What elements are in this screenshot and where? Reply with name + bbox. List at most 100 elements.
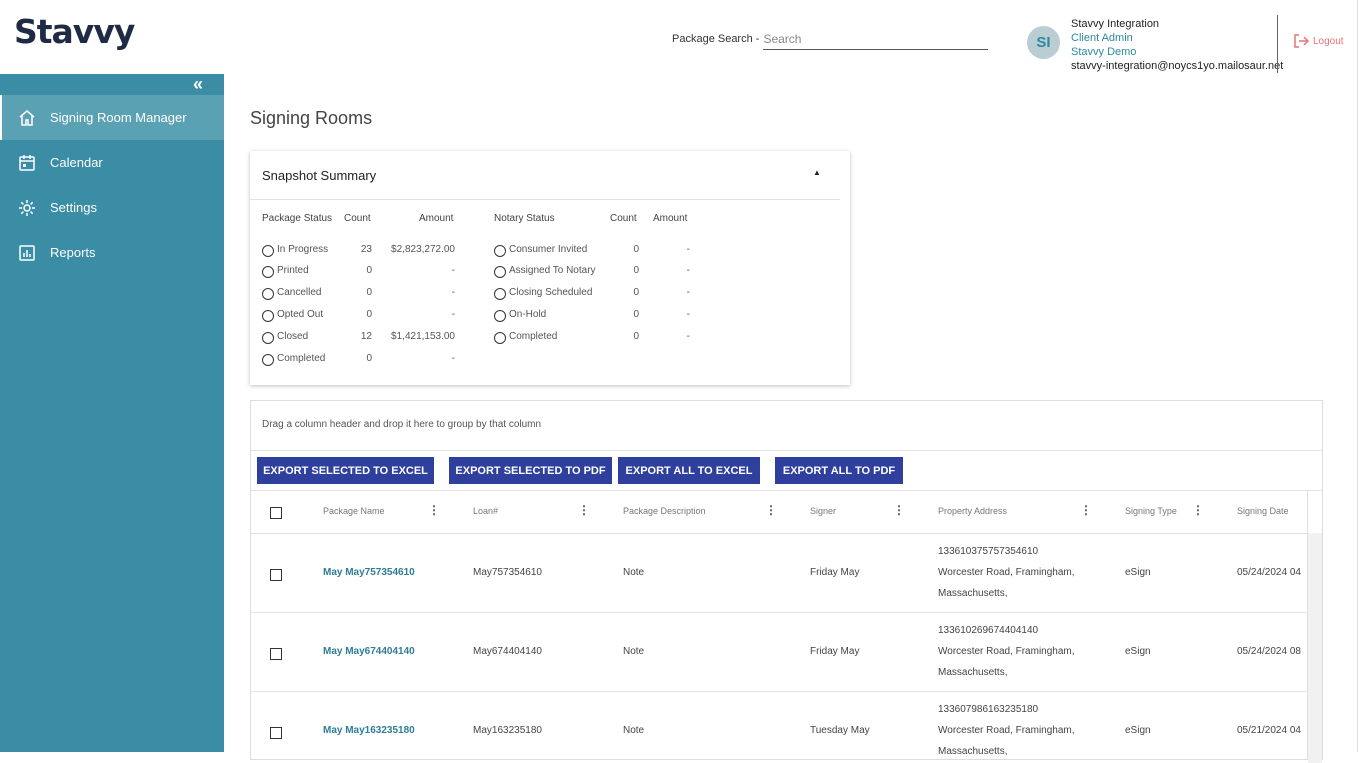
notary-status-radio[interactable]	[494, 310, 506, 322]
user-name: Stavvy Integration	[1071, 18, 1160, 30]
column-header-signing-type[interactable]: Signing Type	[1125, 506, 1177, 516]
notary-status-radio[interactable]	[494, 245, 506, 257]
signing-date-cell: 05/21/2024 04	[1237, 725, 1301, 736]
status-amount: -	[686, 331, 690, 342]
signing-type-cell: eSign	[1125, 646, 1151, 657]
page-title: Signing Rooms	[250, 108, 373, 128]
package-status-header: Package Status	[262, 213, 333, 224]
notary-count-header: Count	[610, 213, 637, 224]
calendar-icon	[19, 154, 35, 171]
app-header: Stavvy Package Search - SI Stavvy Integr…	[0, 0, 1359, 74]
package-status-radio[interactable]	[262, 354, 274, 366]
sidebar-item-calendar[interactable]: Calendar	[0, 140, 224, 185]
notary-status-row: On-Hold 0 -	[250, 309, 850, 323]
sidebar: « Signing Room Manager Calendar Settings…	[0, 74, 224, 752]
notary-status-radio[interactable]	[494, 266, 506, 278]
status-label: Completed	[277, 353, 326, 364]
row-checkbox[interactable]	[270, 727, 282, 739]
address-line: 133607986163235180	[938, 704, 1039, 715]
signing-type-cell: eSign	[1125, 725, 1151, 736]
package-name-link[interactable]: May May674404140	[323, 646, 415, 657]
column-menu-icon[interactable]: ⋮	[765, 503, 777, 517]
sidebar-item-signing-room-manager[interactable]: Signing Room Manager	[0, 95, 224, 140]
sidebar-item-label: Calendar	[50, 155, 103, 170]
export-selected-pdf-button[interactable]: EXPORT SELECTED TO PDF	[449, 457, 612, 484]
loan-cell: May757354610	[473, 567, 542, 578]
column-header-loan[interactable]: Loan#	[473, 506, 498, 516]
signing-type-cell: eSign	[1125, 567, 1151, 578]
logout-icon	[1294, 34, 1309, 48]
divider	[251, 533, 1307, 534]
signer-cell: Friday May	[810, 567, 860, 578]
gear-icon	[19, 199, 35, 216]
collapse-snapshot-icon[interactable]: ▲	[813, 168, 821, 177]
sidebar-item-settings[interactable]: Settings	[0, 185, 224, 230]
search-input[interactable]	[763, 28, 989, 50]
select-all-checkbox[interactable]	[270, 507, 282, 519]
header-divider	[1277, 15, 1278, 73]
export-all-excel-button[interactable]: EXPORT ALL TO EXCEL	[618, 457, 760, 484]
description-cell: Note	[623, 725, 645, 736]
user-role-link[interactable]: Client Admin	[1071, 31, 1283, 45]
column-menu-icon[interactable]: ⋮	[1192, 503, 1204, 517]
packages-grid: Drag a column header and drop it here to…	[250, 400, 1323, 763]
address-cell: 133607986163235180 Worcester Road, Frami…	[938, 699, 1075, 762]
status-count: 0	[633, 331, 639, 342]
export-all-pdf-button[interactable]: EXPORT ALL TO PDF	[775, 457, 903, 484]
signer-cell: Tuesday May	[810, 725, 870, 736]
column-header-signing-date[interactable]: Signing Date	[1237, 506, 1289, 516]
sidebar-item-label: Signing Room Manager	[50, 110, 187, 125]
stavvy-logo[interactable]: Stavvy	[14, 12, 135, 51]
column-menu-icon[interactable]: ⋮	[578, 503, 590, 517]
address-cell: 133610269674404140 Worcester Road, Frami…	[938, 620, 1075, 683]
column-header-package-name[interactable]: Package Name	[323, 506, 385, 516]
group-by-hint[interactable]: Drag a column header and drop it here to…	[262, 419, 541, 430]
description-cell: Note	[623, 567, 645, 578]
sidebar-nav: Signing Room Manager Calendar Settings R…	[0, 95, 224, 275]
description-cell: Note	[623, 646, 645, 657]
user-org-link[interactable]: Stavvy Demo	[1071, 45, 1283, 59]
address-line: Massachusetts,	[938, 667, 1008, 678]
notary-status-row: Consumer Invited 0 -	[250, 244, 850, 258]
vertical-scrollbar[interactable]	[1308, 533, 1322, 763]
column-header-signer[interactable]: Signer	[810, 506, 836, 516]
status-amount: -	[686, 287, 690, 298]
column-header-package-description[interactable]: Package Description	[623, 506, 706, 516]
logout-button[interactable]: Logout	[1293, 34, 1344, 48]
signing-date-cell: 05/24/2024 08	[1237, 646, 1301, 657]
loan-cell: May674404140	[473, 646, 542, 657]
address-line: Worcester Road, Framingham,	[938, 725, 1075, 736]
row-checkbox[interactable]	[270, 569, 282, 581]
loan-cell: May163235180	[473, 725, 542, 736]
address-line: 133610375757354610	[938, 546, 1039, 557]
package-count-header: Count	[344, 213, 371, 224]
divider	[250, 199, 840, 200]
divider	[251, 450, 1322, 451]
package-name-link[interactable]: May May757354610	[323, 567, 415, 578]
status-count: 0	[633, 287, 639, 298]
column-header-property-address[interactable]: Property Address	[938, 506, 1007, 516]
collapse-sidebar-icon[interactable]: «	[193, 74, 203, 95]
chart-icon	[19, 244, 35, 261]
package-amount-header: Amount	[419, 213, 454, 224]
column-menu-icon[interactable]: ⋮	[1080, 503, 1092, 517]
user-email: stavvy-integration@noycs1yo.mailosaur.ne…	[1071, 60, 1284, 72]
notary-status-radio[interactable]	[494, 332, 506, 344]
status-label: Completed	[509, 331, 558, 342]
snapshot-title: Snapshot Summary	[262, 168, 377, 183]
avatar[interactable]: SI	[1027, 26, 1060, 59]
notary-status-radio[interactable]	[494, 288, 506, 300]
column-menu-icon[interactable]: ⋮	[893, 503, 905, 517]
row-checkbox[interactable]	[270, 648, 282, 660]
search-label: Package Search -	[672, 33, 760, 45]
export-selected-excel-button[interactable]: EXPORT SELECTED TO EXCEL	[257, 457, 434, 484]
user-info: Stavvy Integration Client Admin Stavvy D…	[1071, 17, 1283, 73]
address-line: Worcester Road, Framingham,	[938, 646, 1075, 657]
status-amount: -	[451, 353, 455, 364]
package-name-link[interactable]: May May163235180	[323, 725, 415, 736]
address-line: Worcester Road, Framingham,	[938, 567, 1075, 578]
address-line: Massachusetts,	[938, 588, 1008, 599]
sidebar-item-reports[interactable]: Reports	[0, 230, 224, 275]
column-menu-icon[interactable]: ⋮	[428, 503, 440, 517]
status-amount: -	[686, 265, 690, 276]
